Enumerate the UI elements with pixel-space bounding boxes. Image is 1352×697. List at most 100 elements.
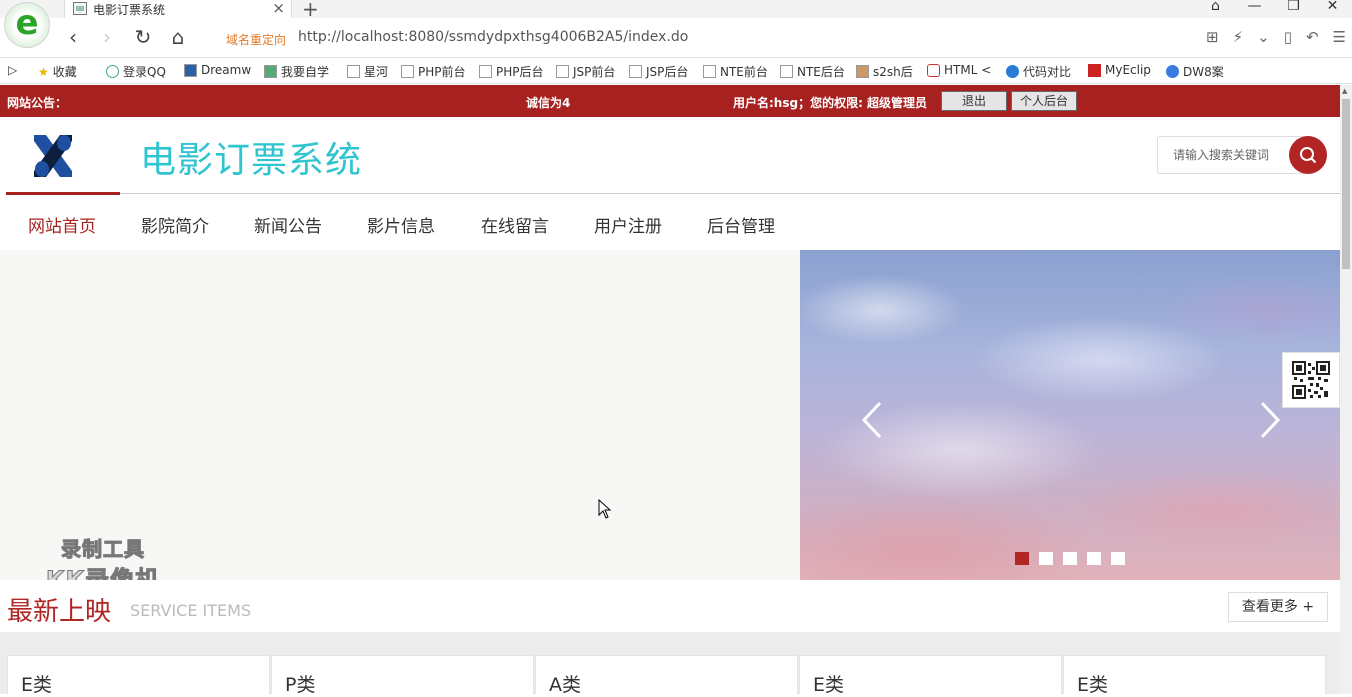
active-nav-indicator [6, 192, 120, 195]
nav-item-home[interactable]: 网站首页 [28, 212, 96, 237]
restore-icon[interactable]: ❐ [1274, 0, 1313, 18]
bookmark-jsp-back[interactable]: JSP后台 [629, 63, 688, 80]
bookmark-label: 代码对比 [1023, 65, 1072, 79]
nav-item-news[interactable]: 新闻公告 [254, 212, 322, 237]
bookmark-label: 收藏 [52, 65, 77, 79]
lightning-icon[interactable]: ⚡ [1233, 28, 1244, 46]
browser-toolbar: ‹ › ↻ ⌂ 域名重定向 http://localhost:8080/ssmd… [0, 18, 1352, 58]
scrollbar-thumb[interactable] [1342, 99, 1350, 269]
nav-item-register[interactable]: 用户注册 [594, 212, 662, 237]
section-subtitle: SERVICE ITEMS [130, 601, 252, 620]
carousel-prev-icon[interactable] [860, 400, 884, 440]
bookmark-icon[interactable]: ▯ [1284, 28, 1292, 46]
category-card[interactable]: P类 [271, 655, 534, 696]
banner-carousel[interactable] [800, 250, 1341, 580]
view-more-button[interactable]: 查看更多 + [1228, 592, 1328, 622]
page-favicon-icon [73, 2, 87, 15]
bookmark-php-back[interactable]: PHP后台 [479, 63, 544, 80]
browser-tab[interactable]: 电影订票系统 × [64, 0, 292, 18]
category-label: A类 [549, 674, 581, 696]
bookmark-label: HTML < [944, 63, 992, 77]
bookmark-label: s2sh后 [873, 65, 913, 79]
window-controls: ⌂ — ❐ ✕ [1196, 0, 1352, 18]
browser-logo-icon[interactable]: e [4, 2, 50, 48]
bookmark-label: PHP后台 [496, 65, 544, 79]
bookmark-favorites[interactable]: ★ 收藏 [38, 63, 77, 80]
bookmark-code-compare[interactable]: 代码对比 [1006, 63, 1071, 80]
search-box [1157, 136, 1327, 174]
category-label: E类 [813, 674, 845, 696]
bookmark-html[interactable]: HTML < [927, 63, 991, 77]
category-label: E类 [1077, 674, 1109, 696]
bookmark-myeclipse[interactable]: MyEclip [1088, 63, 1151, 77]
close-tab-icon[interactable]: × [272, 0, 285, 17]
undo-icon[interactable]: ↶ [1306, 28, 1319, 46]
minimize-icon[interactable]: — [1235, 0, 1274, 18]
carousel-dot[interactable] [1015, 552, 1029, 565]
bookmark-label: MyEclip [1105, 63, 1151, 77]
category-card[interactable]: E类 [7, 655, 270, 696]
bookmark-label: 星河 [364, 65, 389, 79]
bookmark-dreamweaver[interactable]: Dreamw [184, 63, 251, 77]
nav-item-messages[interactable]: 在线留言 [481, 212, 549, 237]
address-bar[interactable]: http://localhost:8080/ssmdydpxthsg4006B2… [298, 29, 688, 45]
category-card[interactable]: E类 [799, 655, 1062, 696]
sidebar-toggle-icon[interactable]: ▷ [8, 63, 17, 77]
carousel-dot[interactable] [1039, 552, 1053, 565]
bookmark-nte-front[interactable]: NTE前台 [703, 63, 768, 80]
carousel-dots [1015, 552, 1125, 565]
forward-icon[interactable]: › [94, 24, 120, 50]
header-divider [6, 193, 1340, 194]
bookmark-php-front[interactable]: PHP前台 [401, 63, 466, 80]
carousel-next-icon[interactable] [1258, 400, 1282, 440]
bookmark-xinghe[interactable]: 星河 [347, 63, 388, 80]
bookmark-s2sh[interactable]: s2sh后 [856, 63, 913, 80]
category-label: P类 [285, 674, 316, 696]
mouse-cursor-icon [598, 499, 612, 519]
personal-admin-button[interactable]: 个人后台 [1011, 91, 1077, 111]
bookmark-label: JSP后台 [646, 65, 689, 79]
bookmark-nte-back[interactable]: NTE后台 [780, 63, 845, 80]
home-icon[interactable]: ⌂ [165, 24, 191, 50]
bookmark-jsp-front[interactable]: JSP前台 [556, 63, 615, 80]
main-nav: 网站首页 影院简介 新闻公告 影片信息 在线留言 用户注册 后台管理 [0, 196, 1340, 250]
bookmark-label: 我要自学 [281, 65, 330, 79]
tab-title: 电影订票系统 [93, 3, 166, 17]
category-card[interactable]: E类 [1063, 655, 1326, 696]
section-title: 最新上映 [7, 597, 112, 627]
menu-icon[interactable]: ☰ [1333, 28, 1346, 46]
nav-item-admin[interactable]: 后台管理 [707, 212, 775, 237]
bookmark-label: JSP前台 [573, 65, 616, 79]
refresh-icon[interactable]: ↻ [130, 24, 156, 50]
shirt-icon[interactable]: ⌂ [1196, 0, 1235, 18]
close-window-icon[interactable]: ✕ [1313, 0, 1352, 18]
dropdown-icon[interactable]: ⌄ [1257, 28, 1270, 46]
back-icon[interactable]: ‹ [60, 24, 86, 50]
bookmark-dw8[interactable]: DW8案 [1166, 63, 1224, 80]
search-button[interactable] [1289, 136, 1327, 174]
qr-code-icon[interactable] [1282, 352, 1340, 408]
carousel-dot[interactable] [1063, 552, 1077, 565]
content-area [0, 250, 800, 580]
bookmarks-bar: ▷ ★ 收藏 登录QQ Dreamw 我要自学 星河 PHP前台 PHP后台 JS… [0, 58, 1352, 84]
site-title: 电影订票系统 [140, 140, 363, 181]
nav-item-cinema-intro[interactable]: 影院简介 [141, 212, 209, 237]
search-icon [1300, 147, 1317, 164]
latest-movies-header: 最新上映 SERVICE ITEMS 查看更多 + [0, 580, 1340, 632]
grid-icon[interactable]: ⊞ [1206, 28, 1219, 46]
carousel-dot[interactable] [1111, 552, 1125, 565]
category-label: E类 [21, 674, 53, 696]
carousel-dot[interactable] [1087, 552, 1101, 565]
bookmark-self-study[interactable]: 我要自学 [264, 63, 329, 80]
search-input[interactable] [1158, 137, 1288, 173]
category-card[interactable]: A类 [535, 655, 798, 696]
site-logo[interactable] [28, 131, 78, 181]
redirect-label[interactable]: 域名重定向 [226, 31, 286, 48]
user-info: 用户名:hsg；您的权限: 超级管理员 [733, 96, 928, 110]
logout-button[interactable]: 退出 [941, 91, 1007, 111]
scroll-up-icon[interactable]: ▲ [1342, 87, 1347, 95]
watermark-line1: 录制工具 [61, 537, 145, 562]
bookmark-label: Dreamw [201, 63, 252, 77]
nav-item-movies[interactable]: 影片信息 [367, 212, 435, 237]
bookmark-qq[interactable]: 登录QQ [106, 63, 166, 80]
